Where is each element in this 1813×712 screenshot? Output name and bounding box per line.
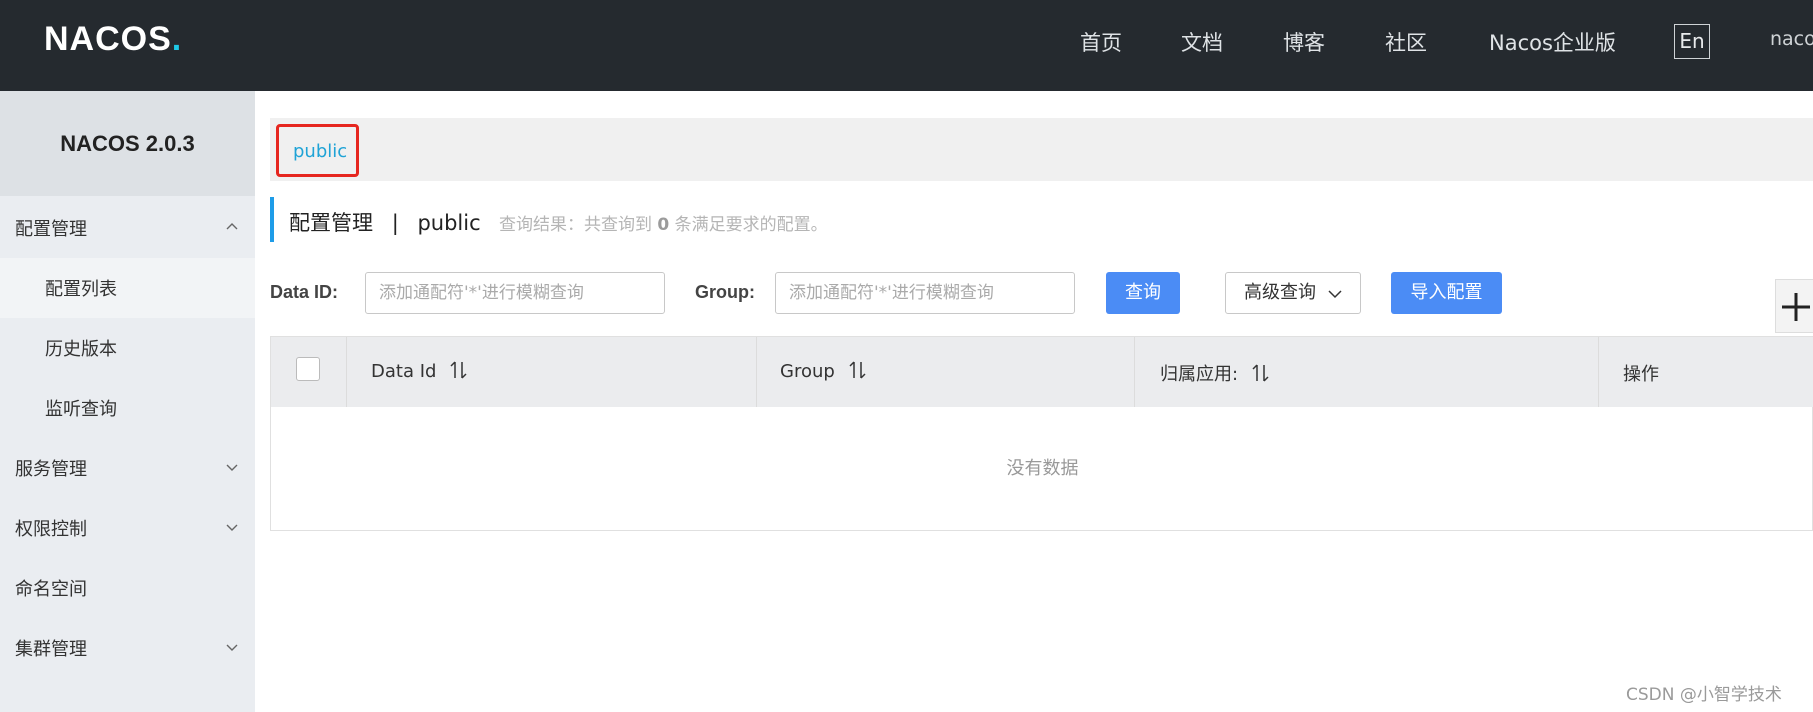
sidebar: NACOS 2.0.3 配置管理 配置列表 历史版本 监听查询 服务管理 权限控… [0,91,255,712]
nav-community[interactable]: 社区 [1385,27,1427,57]
chevron-down-icon [226,464,238,471]
column-label: 操作 [1623,364,1659,385]
data-id-label: Data ID: [270,282,339,302]
nav-enterprise[interactable]: Nacos企业版 [1489,27,1616,57]
import-config-button[interactable]: 导入配置 [1391,272,1502,314]
group-input[interactable]: 添加通配符'*'进行模糊查询 [775,272,1075,314]
sidebar-item-label: 集群管理 [15,639,87,660]
page-title-namespace: public [417,211,481,235]
result-suffix: 条满足要求的配置。 [674,215,828,235]
chevron-up-icon [226,223,238,230]
advanced-search-label: 高级查询 [1244,282,1316,303]
sort-icon [1252,364,1269,382]
nav-home[interactable]: 首页 [1080,27,1122,57]
top-navbar: NACOS. 首页 文档 博客 社区 Nacos企业版 En nacos [0,0,1813,91]
plus-icon [1782,293,1810,321]
namespace-bar [270,118,1813,181]
nacos-logo[interactable]: NACOS. [44,19,182,58]
column-header-data-id[interactable]: Data Id [371,360,468,382]
user-name[interactable]: nacos [1770,28,1813,50]
column-label: 归属应用: [1160,364,1239,385]
column-label: Group [780,361,835,382]
logo-dot: . [171,19,182,58]
search-button[interactable]: 查询 [1106,272,1180,314]
chevron-down-icon [226,644,238,651]
nav-docs[interactable]: 文档 [1181,27,1223,57]
sidebar-item-label: 配置列表 [45,279,117,300]
advanced-search-button[interactable]: 高级查询 [1225,272,1361,314]
sidebar-item-namespace[interactable]: 命名空间 [0,558,255,618]
sidebar-item-service-management[interactable]: 服务管理 [0,438,255,498]
sidebar-item-label: 配置管理 [15,219,87,240]
sidebar-item-label: 历史版本 [45,339,117,360]
column-divider [346,337,347,407]
sidebar-version: NACOS 2.0.3 [0,91,255,196]
logo-text: NACOS [44,19,172,58]
group-label: Group: [695,282,755,302]
result-count: 0 [657,215,670,235]
sidebar-item-history[interactable]: 历史版本 [0,318,255,378]
title-separator: | [391,211,399,235]
title-accent-bar [270,197,274,242]
nav-blog[interactable]: 博客 [1283,27,1325,57]
sidebar-item-label: 服务管理 [15,459,87,480]
table-header: Data Id Group 归属应用: 操作 [271,337,1813,407]
sidebar-item-config-management[interactable]: 配置管理 [0,198,255,258]
table-empty-text: 没有数据 [1006,458,1079,479]
sidebar-item-label: 命名空间 [15,579,87,600]
sidebar-item-access-control[interactable]: 权限控制 [0,498,255,558]
sort-icon [849,361,866,379]
add-config-button[interactable] [1775,279,1813,333]
namespace-tab-public[interactable]: public [293,141,347,162]
config-table: Data Id Group 归属应用: 操作 没有数据 [270,336,1813,531]
chevron-down-icon [226,524,238,531]
chevron-down-icon [1328,290,1342,299]
column-label: Data Id [371,361,437,382]
column-header-group[interactable]: Group [780,360,867,382]
result-prefix: 查询结果：共查询到 [499,215,652,235]
page-title: 配置管理 | public [289,207,481,237]
sort-icon [450,361,467,379]
sidebar-item-label: 权限控制 [15,519,87,540]
sidebar-item-listener-query[interactable]: 监听查询 [0,378,255,438]
sidebar-item-config-list[interactable]: 配置列表 [0,258,255,318]
language-toggle-button[interactable]: En [1674,24,1710,59]
column-divider [1598,337,1599,407]
select-all-checkbox[interactable] [296,357,320,381]
column-header-actions: 操作 [1623,360,1659,386]
sidebar-item-label: 监听查询 [45,399,117,420]
watermark: CSDN @小智学技术 [1626,685,1782,705]
column-divider [756,337,757,407]
column-divider [1134,337,1135,407]
query-result-summary: 查询结果：共查询到 0 条满足要求的配置。 [499,210,828,235]
data-id-input[interactable]: 添加通配符'*'进行模糊查询 [365,272,665,314]
sidebar-item-cluster-management[interactable]: 集群管理 [0,618,255,678]
column-header-app[interactable]: 归属应用: [1160,360,1270,386]
page-title-text: 配置管理 [289,211,373,235]
